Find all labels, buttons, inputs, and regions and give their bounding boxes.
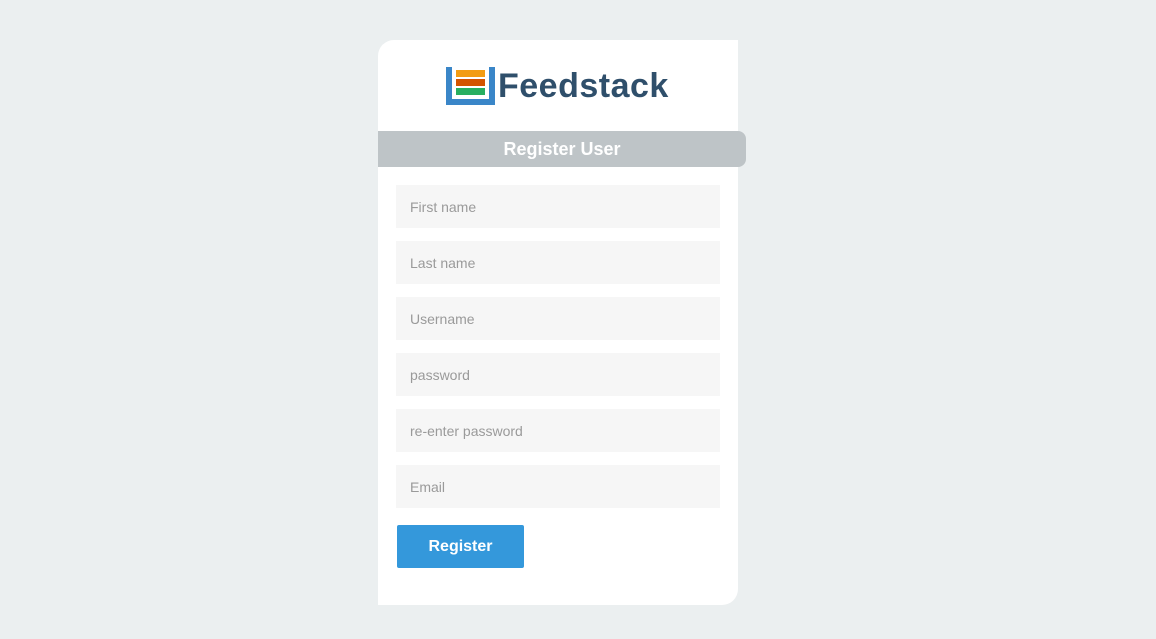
register-button[interactable]: Register <box>397 525 524 568</box>
first-name-field[interactable] <box>396 185 720 228</box>
email-field[interactable] <box>396 465 720 508</box>
username-field[interactable] <box>396 297 720 340</box>
form-title: Register User <box>378 131 746 167</box>
brand-name: Feedstack <box>498 67 669 105</box>
feedstack-logo: Feedstack <box>446 66 669 106</box>
stacked-feed-logo-icon <box>446 67 495 105</box>
last-name-field[interactable] <box>396 241 720 284</box>
register-card: Feedstack Register User Register <box>378 40 746 605</box>
confirm-password-field[interactable] <box>396 409 720 452</box>
password-field[interactable] <box>396 353 720 396</box>
